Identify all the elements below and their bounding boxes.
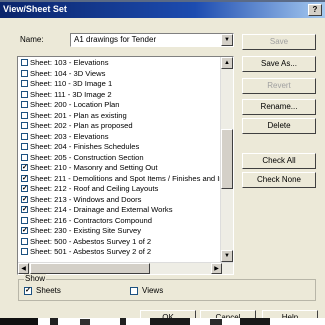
sheet-checkbox[interactable] <box>21 237 28 245</box>
background-artifact <box>0 318 325 325</box>
sheet-checkbox[interactable] <box>21 143 28 150</box>
sheet-label: Sheet: 216 - Contractors Compound <box>30 215 152 225</box>
sheet-label: Sheet: 203 - Elevations <box>30 131 109 141</box>
sheet-label: Sheet: 202 - Plan as proposed <box>30 121 133 130</box>
sheet-checkbox[interactable]: ✓ <box>21 174 28 182</box>
sheet-label: Sheet: 103 - Elevations <box>30 58 109 67</box>
save-as-button[interactable]: Save As... <box>242 56 316 72</box>
list-item[interactable]: Sheet: 204 - Finishes Schedules <box>18 142 221 153</box>
chevron-down-icon[interactable]: ▼ <box>221 34 233 46</box>
list-item[interactable]: ✓ Sheet: 230 - Existing Site Survey <box>18 226 221 237</box>
sheet-label: Sheet: 111 - 3D Image 2 <box>30 89 112 99</box>
title-bar: View/Sheet Set ? <box>0 2 325 18</box>
sheet-checkbox[interactable] <box>21 111 28 119</box>
sheet-label: Sheet: 210 - Masonry and Setting Out <box>30 163 158 172</box>
scroll-down-icon[interactable]: ▼ <box>221 250 233 262</box>
list-item[interactable]: Sheet: 205 - Construction Section <box>18 153 221 164</box>
horizontal-scroll-thumb[interactable] <box>30 263 150 274</box>
cancel-button[interactable]: Cancel <box>200 310 256 318</box>
sheet-checkbox[interactable]: ✓ <box>21 185 28 192</box>
list-item[interactable]: Sheet: 501 - Asbestos Survey 2 of 2 <box>18 247 221 258</box>
list-item[interactable]: Sheet: 200 - Location Plan <box>18 100 221 111</box>
list-item[interactable]: Sheet: 202 - Plan as proposed <box>18 121 221 132</box>
name-dropdown-value: A1 drawings for Tender <box>74 35 157 44</box>
name-dropdown[interactable]: A1 drawings for Tender ▼ <box>70 33 234 47</box>
sheet-checkbox[interactable] <box>21 80 28 87</box>
list-item[interactable]: Sheet: 103 - Elevations <box>18 58 221 69</box>
list-item[interactable]: Sheet: 111 - 3D Image 2 <box>18 90 221 101</box>
ok-button[interactable]: OK <box>140 310 196 318</box>
list-item[interactable]: Sheet: 201 - Plan as existing <box>18 111 221 122</box>
sheet-checkbox[interactable]: ✓ <box>21 206 28 213</box>
sheet-checkbox[interactable] <box>21 69 28 77</box>
sheets-label: Sheets <box>36 286 61 295</box>
list-item[interactable]: ✓ Sheet: 212 - Roof and Ceiling Layouts <box>18 184 221 195</box>
sheet-label: Sheet: 214 - Drainage and External Works <box>30 205 173 214</box>
rename-button[interactable]: Rename... <box>242 99 316 115</box>
sheet-label: Sheet: 501 - Asbestos Survey 2 of 2 <box>30 247 152 256</box>
check-all-button[interactable]: Check All <box>242 153 316 169</box>
sheet-checkbox[interactable] <box>21 90 28 98</box>
sheet-label: Sheet: 204 - Finishes Schedules <box>30 142 140 151</box>
sheet-checkbox[interactable]: ✓ <box>21 195 28 203</box>
list-item[interactable]: Sheet: 203 - Elevations <box>18 132 221 143</box>
background-artifact-shapes <box>0 318 325 325</box>
list-item[interactable]: Sheet: 110 - 3D Image 1 <box>18 79 221 90</box>
check-none-button[interactable]: Check None <box>242 172 316 188</box>
list-item[interactable]: Sheet: 216 - Contractors Compound <box>18 216 221 227</box>
list-item[interactable]: Sheet: 104 - 3D Views <box>18 69 221 80</box>
sheet-checkbox[interactable] <box>21 132 28 140</box>
list-item[interactable]: ✓ Sheet: 214 - Drainage and External Work… <box>18 205 221 216</box>
vertical-scrollbar[interactable]: ▲ ▼ <box>220 57 233 262</box>
sheet-checkbox[interactable] <box>21 248 28 255</box>
window-title: View/Sheet Set <box>3 4 67 14</box>
sheet-checkbox[interactable] <box>21 59 28 66</box>
sheet-checkbox[interactable] <box>21 101 28 108</box>
sheet-checkbox[interactable]: ✓ <box>21 164 28 171</box>
show-group-title: Show <box>24 274 47 283</box>
sheets-checkbox[interactable]: ✓ <box>24 287 32 295</box>
sheet-checkbox[interactable]: ✓ <box>21 227 28 234</box>
sheet-label: Sheet: 205 - Construction Section <box>30 152 144 162</box>
sheet-label: Sheet: 104 - 3D Views <box>30 68 106 78</box>
help-button[interactable]: Help <box>262 310 318 318</box>
sheet-checkbox[interactable] <box>21 122 28 129</box>
sheet-label: Sheet: 211 - Demolitions and Spot Items … <box>30 173 221 183</box>
views-label: Views <box>142 286 164 295</box>
horizontal-scrollbar[interactable]: ◀ ▶ <box>18 262 233 274</box>
sheet-label: Sheet: 500 - Asbestos Survey 1 of 2 <box>30 236 152 246</box>
sheet-label: Sheet: 200 - Location Plan <box>30 100 120 109</box>
sheet-label: Sheet: 212 - Roof and Ceiling Layouts <box>30 184 159 193</box>
list-item[interactable]: Sheet: 500 - Asbestos Survey 1 of 2 <box>18 237 221 248</box>
list-item[interactable]: ✓ Sheet: 213 - Windows and Doors <box>18 195 221 206</box>
revert-button[interactable]: Revert <box>242 78 316 94</box>
sheet-checkbox[interactable] <box>21 216 28 224</box>
vertical-scroll-thumb[interactable] <box>221 129 233 189</box>
sheet-label: Sheet: 230 - Existing Site Survey <box>30 226 142 235</box>
show-groupbox <box>18 279 316 301</box>
scroll-right-icon[interactable]: ▶ <box>211 263 222 274</box>
name-label: Name: <box>20 35 44 44</box>
sheet-list[interactable]: Sheet: 103 - Elevations Sheet: 104 - 3D V… <box>17 56 234 275</box>
sheet-checkbox[interactable] <box>21 153 28 161</box>
sheet-label: Sheet: 110 - 3D Image 1 <box>30 79 113 88</box>
scroll-up-icon[interactable]: ▲ <box>221 57 233 69</box>
sheet-label: Sheet: 201 - Plan as existing <box>30 110 127 120</box>
views-checkbox[interactable] <box>130 287 138 295</box>
save-button[interactable]: Save <box>242 34 316 50</box>
title-help-button[interactable]: ? <box>308 4 322 16</box>
delete-button[interactable]: Delete <box>242 118 316 134</box>
list-item[interactable]: ✓ Sheet: 210 - Masonry and Setting Out <box>18 163 221 174</box>
sheet-label: Sheet: 213 - Windows and Doors <box>30 194 142 204</box>
sheet-list-rows: Sheet: 103 - Elevations Sheet: 104 - 3D V… <box>18 58 221 263</box>
view-sheet-set-dialog: View/Sheet Set ? Name: A1 drawings for T… <box>0 2 325 318</box>
scroll-left-icon[interactable]: ◀ <box>18 263 29 274</box>
list-item[interactable]: ✓ Sheet: 211 - Demolitions and Spot Items… <box>18 174 221 185</box>
